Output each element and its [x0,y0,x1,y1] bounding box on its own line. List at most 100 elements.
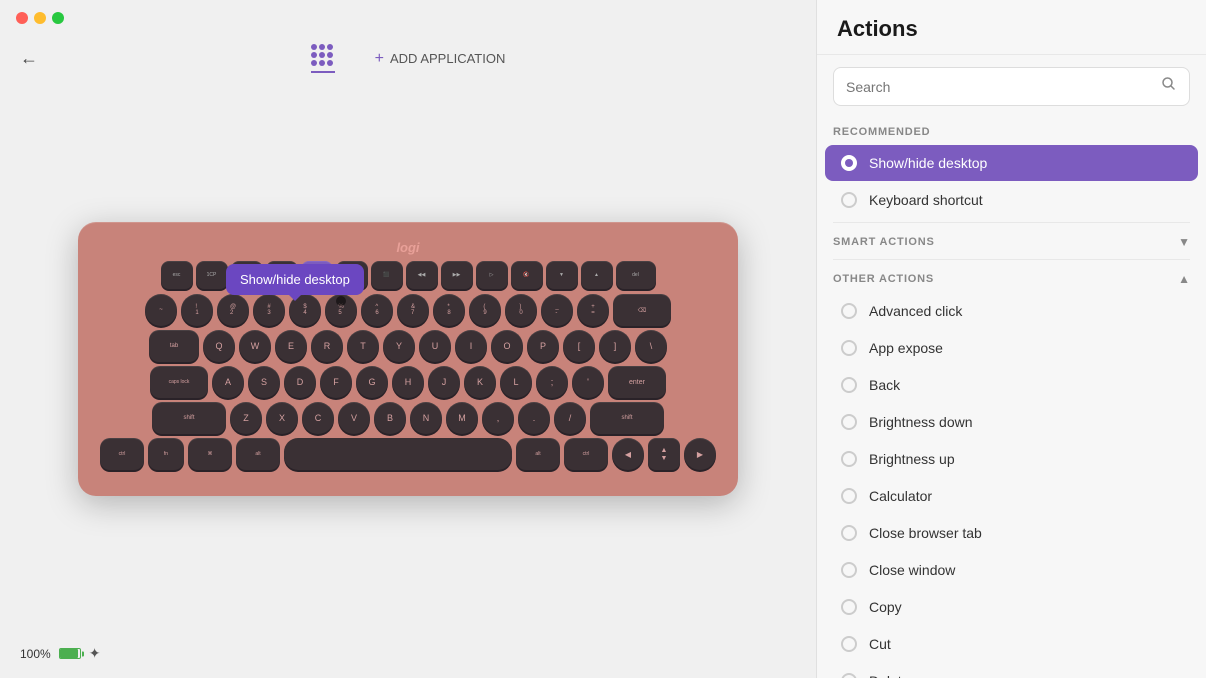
key-j[interactable]: J [428,366,460,398]
back-button[interactable]: ← [20,48,38,69]
key-comma[interactable]: , [482,402,514,434]
key-tilde[interactable]: ~ [145,294,177,326]
keyboard-brand: logi [100,240,716,255]
key-enter[interactable]: enter [608,366,666,398]
action-back[interactable]: Back [825,367,1198,403]
key-minus[interactable]: _- [541,294,573,326]
key-esc[interactable]: esc [161,261,193,289]
fullscreen-button[interactable] [52,12,64,24]
other-actions-section-header[interactable]: OTHER ACTIONS ▲ [817,264,1206,292]
key-ctrl-left[interactable]: ctrl [100,438,144,470]
key-t[interactable]: T [347,330,379,362]
key-3[interactable]: #3 [253,294,285,326]
key-r[interactable]: R [311,330,343,362]
key-2[interactable]: @2 [217,294,249,326]
action-keyboard-shortcut[interactable]: Keyboard shortcut [825,182,1198,218]
key-c[interactable]: C [302,402,334,434]
key-del[interactable]: del [616,261,656,289]
key-arrow-left[interactable]: ◀ [612,438,644,470]
key-o[interactable]: O [491,330,523,362]
key-rbracket[interactable]: ] [599,330,631,362]
key-g[interactable]: G [356,366,388,398]
key-backslash[interactable]: \ [635,330,667,362]
search-button[interactable] [1161,76,1177,97]
key-cmd-left[interactable]: ⌘ [188,438,232,470]
key-space[interactable] [284,438,512,470]
key-arrow-updown[interactable]: ▲ ▼ [648,438,680,470]
key-6[interactable]: ^6 [361,294,393,326]
key-lbracket[interactable]: [ [563,330,595,362]
key-arrow-right[interactable]: ▶ [684,438,716,470]
key-k[interactable]: K [464,366,496,398]
action-app-expose[interactable]: App expose [825,330,1198,366]
key-s[interactable]: S [248,366,280,398]
add-application-button[interactable]: + ADD APPLICATION [375,50,506,68]
key-f9[interactable]: ▷ [476,261,508,289]
key-slash[interactable]: / [554,402,586,434]
key-backspace[interactable]: ⌫ [613,294,671,326]
minimize-button[interactable] [34,12,46,24]
key-tab[interactable]: tab [149,330,199,362]
key-v[interactable]: V [338,402,370,434]
key-shift-right[interactable]: shift [590,402,664,434]
action-close-browser-tab[interactable]: Close browser tab [825,515,1198,551]
key-u[interactable]: U [419,330,451,362]
key-f6[interactable]: ⬛ [371,261,403,289]
key-f10[interactable]: 🔇 [511,261,543,289]
smart-actions-label: SMART ACTIONS [833,236,935,248]
action-delete[interactable]: Delete [825,663,1198,678]
search-bar[interactable] [833,67,1190,106]
key-e[interactable]: E [275,330,307,362]
key-y[interactable]: Y [383,330,415,362]
action-show-hide-desktop[interactable]: Show/hide desktop [825,145,1198,181]
action-brightness-down[interactable]: Brightness down [825,404,1198,440]
key-alt-left[interactable]: alt [236,438,280,470]
key-q[interactable]: Q [203,330,235,362]
key-a[interactable]: A [212,366,244,398]
key-f11[interactable]: ▼ [546,261,578,289]
key-f[interactable]: F [320,366,352,398]
action-brightness-up[interactable]: Brightness up [825,441,1198,477]
key-period[interactable]: . [518,402,550,434]
key-b[interactable]: B [374,402,406,434]
apps-icon[interactable] [311,44,335,73]
key-7[interactable]: &7 [397,294,429,326]
key-alt-right[interactable]: alt [516,438,560,470]
close-button[interactable] [16,12,28,24]
radio-delete [841,673,857,678]
key-d[interactable]: D [284,366,316,398]
radio-brightness-up [841,451,857,467]
key-l[interactable]: L [500,366,532,398]
key-0[interactable]: )0 [505,294,537,326]
key-1[interactable]: !1 [181,294,213,326]
key-8[interactable]: *8 [433,294,465,326]
key-fn[interactable]: fn [148,438,184,470]
key-9[interactable]: (9 [469,294,501,326]
key-i[interactable]: I [455,330,487,362]
key-f7[interactable]: ◀◀ [406,261,438,289]
action-copy[interactable]: Copy [825,589,1198,625]
action-calculator[interactable]: Calculator [825,478,1198,514]
key-quote[interactable]: ' [572,366,604,398]
key-equals[interactable]: += [577,294,609,326]
key-w[interactable]: W [239,330,271,362]
action-close-window[interactable]: Close window [825,552,1198,588]
key-h[interactable]: H [392,366,424,398]
key-p[interactable]: P [527,330,559,362]
smart-actions-section-header[interactable]: SMART ACTIONS ▼ [817,227,1206,255]
key-x[interactable]: X [266,402,298,434]
key-shift-left[interactable]: shift [152,402,226,434]
search-input[interactable] [846,79,1153,95]
key-f12[interactable]: ▲ [581,261,613,289]
key-capslock[interactable]: caps lock [150,366,208,398]
action-label-copy: Copy [869,599,902,615]
key-ctrl-right[interactable]: ctrl [564,438,608,470]
key-semicolon[interactable]: ; [536,366,568,398]
key-m[interactable]: M [446,402,478,434]
key-f1[interactable]: 1CP [196,261,228,289]
key-n[interactable]: N [410,402,442,434]
action-advanced-click[interactable]: Advanced click [825,293,1198,329]
key-f8[interactable]: ▶▶ [441,261,473,289]
key-z[interactable]: Z [230,402,262,434]
action-cut[interactable]: Cut [825,626,1198,662]
